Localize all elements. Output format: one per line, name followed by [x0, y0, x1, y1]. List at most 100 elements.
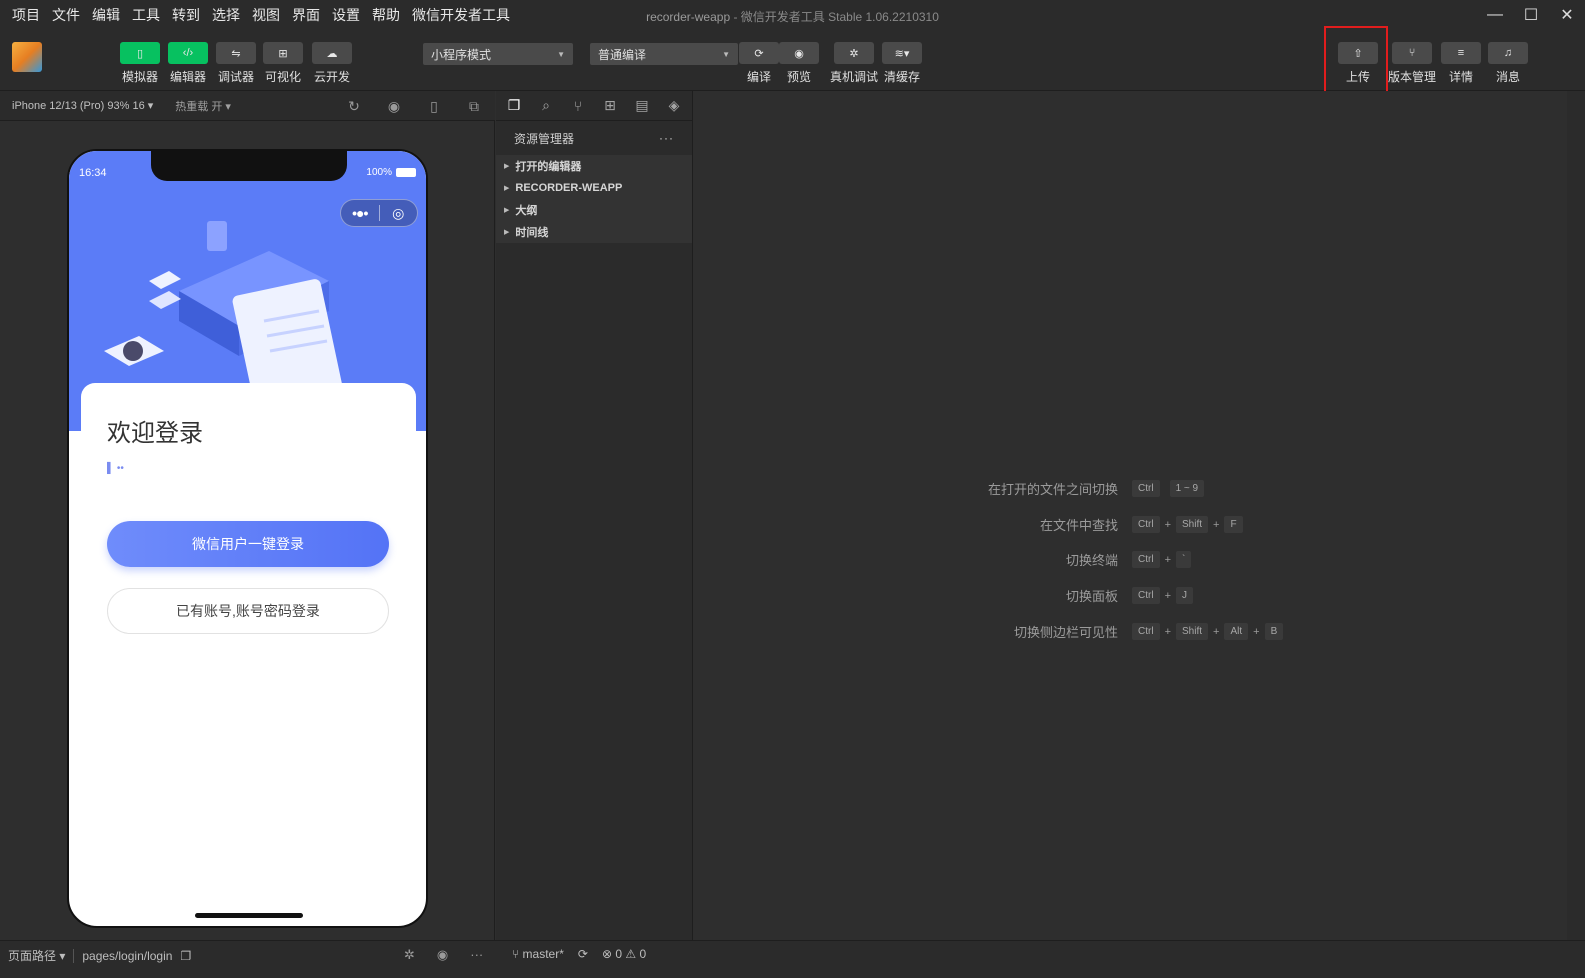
- key-cap: J: [1176, 587, 1193, 604]
- code-icon: ‹/›: [168, 42, 208, 64]
- shortcut-name: 切换侧边栏可见性: [1013, 625, 1118, 640]
- status-time: 16:34: [79, 167, 107, 179]
- menu-item-project[interactable]: 项目: [6, 5, 46, 25]
- explorer-header: 资源管理器 ···: [496, 121, 692, 155]
- minimize-icon[interactable]: —: [1477, 0, 1513, 30]
- avatar[interactable]: [12, 42, 42, 72]
- compile-select-value: 普通编译: [598, 47, 647, 62]
- version-control-button[interactable]: ⑂ 版本管理: [1388, 42, 1436, 85]
- page-path-toggle[interactable]: 页面路径 ▾: [8, 947, 65, 964]
- key-cap: Shift: [1176, 516, 1209, 533]
- status-right: ⑂ master* ⟳ ⊗ 0 ⚠ 0: [512, 947, 646, 961]
- menu-item-tools[interactable]: 工具: [126, 5, 166, 25]
- visual-toggle[interactable]: ⊞ 可视化: [263, 42, 303, 85]
- menu-item-file[interactable]: 文件: [46, 5, 86, 25]
- menu-item-edit[interactable]: 编辑: [86, 5, 126, 25]
- editor-scrollbar[interactable]: [1567, 91, 1585, 940]
- compile-button[interactable]: ⟳ 编译: [739, 42, 779, 85]
- more-icon[interactable]: ···: [659, 131, 674, 145]
- key-cap: Ctrl: [1132, 480, 1160, 497]
- tree-item-open-editors[interactable]: ▶ 打开的编辑器: [496, 155, 692, 177]
- compile-select[interactable]: 普通编译 ▼: [590, 43, 738, 65]
- menu-item-settings[interactable]: 设置: [326, 5, 366, 25]
- maximize-icon[interactable]: ☐: [1513, 0, 1549, 30]
- loading-dots-icon: ▌ ••: [107, 463, 124, 474]
- simulator-toggle[interactable]: ▯ 模拟器: [120, 42, 160, 85]
- compile-label: 编译: [746, 70, 771, 84]
- menu-bar: 项目 文件 编辑 工具 转到 选择 视图 界面 设置 帮助 微信开发者工具: [6, 5, 516, 25]
- rotate-icon[interactable]: ↻: [345, 98, 363, 115]
- tree-item-label: 打开的编辑器: [515, 161, 582, 173]
- more-icon[interactable]: •●•: [341, 205, 379, 221]
- wechat-login-button[interactable]: 微信用户一键登录: [107, 521, 389, 567]
- editor-toggle[interactable]: ‹/› 编辑器: [168, 42, 208, 85]
- phone-icon[interactable]: ▯: [425, 98, 443, 115]
- bug-icon[interactable]: ✲: [404, 947, 415, 963]
- menu-item-help[interactable]: 帮助: [366, 5, 406, 25]
- messages-button[interactable]: ♫ 消息: [1488, 42, 1528, 85]
- storage-icon[interactable]: ▤: [632, 97, 652, 114]
- battery-percent: 100%: [366, 167, 392, 178]
- details-label: 详情: [1448, 70, 1473, 84]
- home-indicator: [195, 913, 303, 918]
- tree-item-outline[interactable]: ▶ 大纲: [496, 199, 692, 221]
- cloud-icon: ☁: [312, 42, 352, 64]
- remote-debug-button[interactable]: ✲ 真机调试: [830, 42, 878, 85]
- menu-item-devtools[interactable]: 微信开发者工具: [406, 5, 516, 25]
- popout-icon[interactable]: ⧉: [465, 98, 483, 115]
- shortcut-row: 在文件中查找 Ctrl + Shift + F: [694, 515, 1243, 534]
- key-cap: Alt: [1224, 623, 1249, 640]
- menu-item-goto[interactable]: 转到: [166, 5, 206, 25]
- hot-reload-toggle[interactable]: 热重载 开 ▾: [175, 98, 231, 114]
- key-cap: F: [1224, 516, 1243, 533]
- tree-item-project[interactable]: ▶ RECORDER-WEAPP: [496, 177, 692, 199]
- account-login-button[interactable]: 已有账号,账号密码登录: [107, 588, 389, 634]
- source-control-icon[interactable]: ⑂: [568, 98, 588, 114]
- details-button[interactable]: ≡ 详情: [1441, 42, 1481, 85]
- layers-icon: ≋▾: [882, 42, 922, 64]
- more-icon[interactable]: ···: [470, 947, 483, 963]
- extensions-icon[interactable]: ⊞: [600, 97, 620, 114]
- key-cap: Ctrl: [1132, 623, 1160, 640]
- close-icon[interactable]: ✕: [1549, 0, 1585, 30]
- branch-name: master*: [522, 947, 564, 961]
- files-icon[interactable]: ❐: [504, 97, 524, 114]
- cloud-dev-label: 云开发: [313, 70, 350, 84]
- search-icon[interactable]: ⌕: [536, 97, 556, 114]
- shortcut-name: 在文件中查找: [1039, 518, 1118, 533]
- close-circle-icon[interactable]: ◎: [379, 205, 417, 222]
- sync-icon[interactable]: ⟳: [578, 947, 588, 961]
- activity-bar: ❐ ⌕ ⑂ ⊞ ▤ ◈: [496, 91, 692, 121]
- menu-item-view[interactable]: 视图: [246, 5, 286, 25]
- shortcut-row: 切换侧边栏可见性 Ctrl + Shift + Alt + B: [694, 622, 1284, 641]
- eye-icon[interactable]: ◉: [437, 947, 448, 963]
- mode-select[interactable]: 小程序模式 ▼: [423, 43, 573, 65]
- phone-notch: [151, 151, 347, 181]
- preview-button[interactable]: ◉ 预览: [779, 42, 819, 85]
- problems-indicator[interactable]: ⊗ 0 ⚠ 0: [602, 947, 646, 961]
- cloud-dev-button[interactable]: ☁ 云开发: [312, 42, 352, 85]
- menu-item-select[interactable]: 选择: [206, 5, 246, 25]
- branch-status[interactable]: ⑂ master*: [512, 947, 564, 961]
- phone-icon: ▯: [120, 42, 160, 64]
- copy-icon[interactable]: ❐: [180, 949, 191, 963]
- explorer-title: 资源管理器: [514, 131, 575, 146]
- tree-item-timeline[interactable]: ▶ 时间线: [496, 221, 692, 243]
- debugger-toggle[interactable]: ⇋ 调试器: [216, 42, 256, 85]
- debug-icon: ⇋: [216, 42, 256, 64]
- preview-label: 预览: [786, 70, 811, 84]
- refresh-icon: ⟳: [739, 42, 779, 64]
- record-icon[interactable]: ◉: [385, 98, 403, 115]
- key-cap: Ctrl: [1132, 551, 1160, 568]
- menu-item-interface[interactable]: 界面: [286, 5, 326, 25]
- chevron-down-icon: ▼: [557, 49, 565, 59]
- status-divider: [73, 948, 75, 963]
- docker-icon[interactable]: ◈: [664, 97, 684, 114]
- plus-sign: +: [1213, 625, 1220, 638]
- device-select[interactable]: iPhone 12/13 (Pro) 93% 16 ▾: [12, 99, 153, 112]
- key-cap: B: [1264, 623, 1284, 640]
- layout-icon: ⊞: [263, 42, 303, 64]
- chevron-down-icon: ▼: [722, 49, 730, 59]
- project-name: recorder-weapp: [646, 10, 731, 24]
- clear-cache-button[interactable]: ≋▾ 清缓存: [882, 42, 922, 85]
